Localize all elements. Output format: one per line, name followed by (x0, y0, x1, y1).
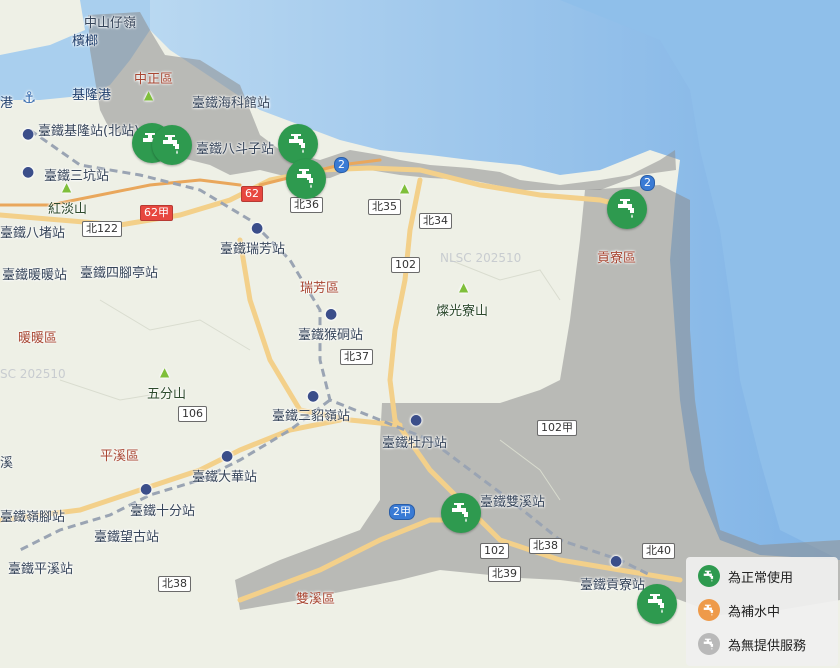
mountain-icon: ▲ (144, 88, 154, 102)
road-shield: 2甲 (389, 504, 415, 520)
place-label: 溪 (0, 456, 14, 471)
mountain-icon: ▲ (400, 181, 410, 195)
station-label: 臺鐵三坑站 (44, 169, 110, 184)
mountain-icon: ▲ (459, 280, 469, 294)
station-label: 臺鐵嶺腳站 (0, 510, 66, 525)
water-faucet-icon (449, 502, 473, 524)
water-faucet-icon (294, 168, 318, 190)
district-label: 瑞芳區 (300, 281, 340, 296)
district-label: 平溪區 (100, 449, 140, 464)
place-label: 紅淡山 (48, 202, 88, 217)
place-label: 港 (0, 96, 14, 111)
station-label: 臺鐵平溪站 (8, 562, 74, 577)
legend-item-refilling: 為補水中 (698, 599, 780, 621)
water-faucet-icon (698, 599, 720, 621)
anchor-icon: ⚓ (22, 88, 37, 107)
train-station-icon: ● (22, 164, 35, 180)
train-station-icon: ● (307, 388, 320, 404)
train-station-icon: ● (221, 448, 234, 464)
mountain-icon: ▲ (62, 180, 72, 194)
station-label: 臺鐵牡丹站 (382, 436, 448, 451)
road-shield: 106 (178, 406, 207, 422)
water-faucet-icon (160, 134, 184, 156)
place-label: 檳榔 (72, 34, 99, 49)
train-station-icon: ● (610, 553, 623, 569)
place-label: 基隆港 (72, 88, 112, 103)
district-label: 中正區 (134, 72, 174, 87)
water-faucet-icon (615, 198, 639, 220)
road-shield: 北40 (642, 543, 675, 559)
train-station-icon: ● (22, 126, 35, 142)
road-shield: 北37 (340, 349, 373, 365)
water-faucet-marker[interactable] (607, 189, 647, 229)
water-faucet-icon (698, 565, 720, 587)
station-label: 臺鐵雙溪站 (480, 495, 546, 510)
road-shield: 102甲 (537, 420, 577, 436)
legend-item-no-service: 為無提供服務 (698, 633, 806, 655)
water-faucet-icon (286, 133, 310, 155)
watermark: NLSC 202510 (440, 251, 522, 265)
legend-label: 為正常使用 (728, 570, 794, 586)
train-station-icon: ● (251, 220, 264, 236)
train-station-icon: ● (325, 306, 338, 322)
station-label: 臺鐵瑞芳站 (220, 242, 286, 257)
station-label: 臺鐵三貂嶺站 (272, 409, 351, 424)
road-shield: 2 (334, 157, 349, 173)
road-shield: 102 (480, 543, 509, 559)
train-station-icon: ● (140, 481, 153, 497)
map-canvas[interactable]: 中正區 瑞芳區 暖暖區 平溪區 雙溪區 貢寮區 中山仔嶺 檳榔 基隆港 港 紅淡… (0, 0, 840, 668)
road-shield: 62甲 (140, 205, 173, 221)
road-shield: 102 (391, 257, 420, 273)
road-shield: 北35 (368, 199, 401, 215)
road-shield: 北39 (488, 566, 521, 582)
place-label: 五分山 (147, 387, 187, 402)
water-faucet-marker[interactable] (637, 584, 677, 624)
train-station-icon: ● (410, 412, 423, 428)
station-label: 臺鐵暖暖站 (2, 268, 68, 283)
district-label: 貢寮區 (597, 251, 637, 266)
water-faucet-marker[interactable] (278, 124, 318, 164)
station-label: 臺鐵四腳亭站 (80, 266, 159, 281)
mountain-icon: ▲ (160, 365, 170, 379)
station-label: 臺鐵八堵站 (0, 226, 66, 241)
map-legend: 為正常使用 為補水中 為無提供服務 (686, 557, 838, 666)
road-shield: 北122 (82, 221, 122, 237)
station-label: 臺鐵八斗子站 (196, 142, 275, 157)
station-label: 臺鐵大華站 (192, 470, 258, 485)
place-label: 中山仔嶺 (84, 16, 137, 31)
place-label: 燦光寮山 (436, 304, 489, 319)
district-label: 暖暖區 (18, 331, 58, 346)
road-shield: 北34 (419, 213, 452, 229)
station-label: 臺鐵貢寮站 (580, 578, 646, 593)
road-shield: 62 (241, 186, 263, 202)
water-faucet-icon (698, 633, 720, 655)
road-shield: 北38 (529, 538, 562, 554)
water-faucet-marker[interactable] (286, 159, 326, 199)
district-label: 雙溪區 (296, 592, 336, 607)
station-label: 臺鐵望古站 (94, 530, 160, 545)
station-label: 臺鐵十分站 (130, 504, 196, 519)
station-label: 臺鐵海科館站 (192, 96, 271, 111)
road-shield: 2 (640, 175, 655, 191)
station-label: 臺鐵猴硐站 (298, 328, 364, 343)
water-faucet-icon (645, 593, 669, 615)
station-label: 臺鐵基隆站(北站) (38, 124, 140, 139)
watermark: SC 202510 (0, 367, 66, 381)
road-shield: 北36 (290, 197, 323, 213)
water-faucet-marker[interactable] (152, 125, 192, 165)
legend-label: 為補水中 (728, 604, 781, 620)
legend-label: 為無提供服務 (728, 638, 807, 654)
legend-item-normal: 為正常使用 (698, 565, 793, 587)
road-shield: 北38 (158, 576, 191, 592)
water-faucet-marker[interactable] (441, 493, 481, 533)
